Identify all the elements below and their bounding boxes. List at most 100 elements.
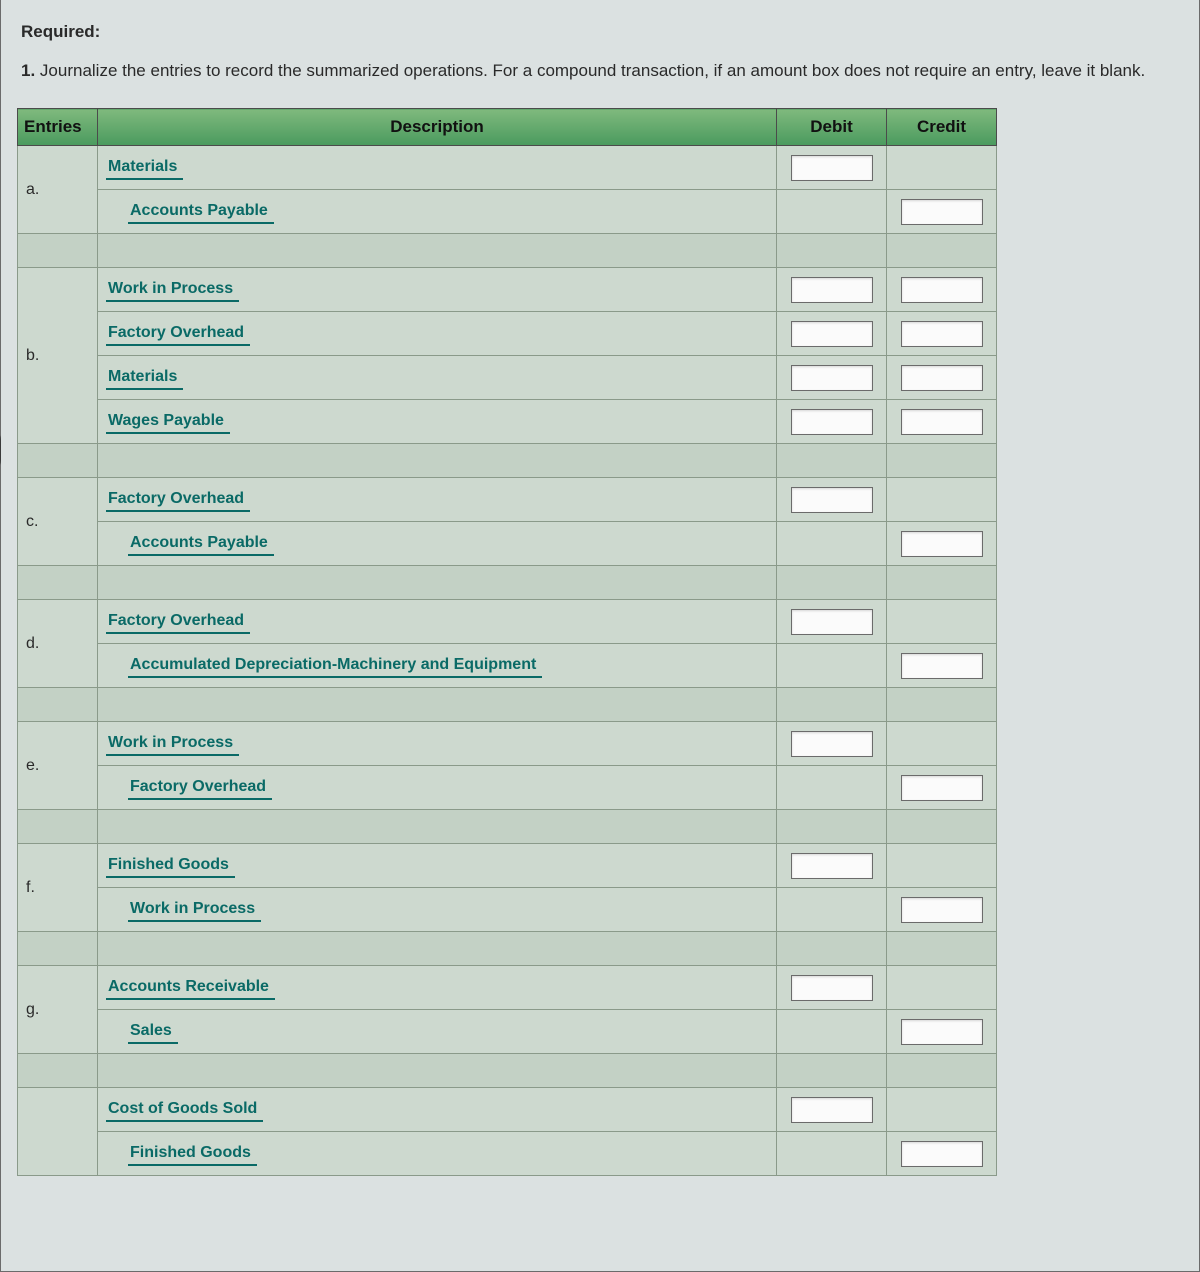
debit-input[interactable] [791,321,873,347]
table-row: c.Factory Overhead [18,478,997,522]
description-cell: Factory Overhead [98,478,777,522]
credit-cell [887,268,997,312]
header-entries: Entries [18,109,98,146]
description-cell: Finished Goods [98,844,777,888]
spacer-row [18,566,997,600]
debit-input[interactable] [791,365,873,391]
spacer-row [18,234,997,268]
entry-label: a. [26,181,39,198]
credit-cell [887,1010,997,1054]
debit-input[interactable] [791,975,873,1001]
description-cell: Materials [98,146,777,190]
side-tab-icon [0,428,1,472]
header-debit: Debit [777,109,887,146]
spacer-cell [18,444,98,478]
description-cell: Accounts Payable [98,190,777,234]
account-link[interactable]: Materials [106,366,183,390]
table-row: Wages Payable [18,400,997,444]
credit-input[interactable] [901,199,983,225]
account-link[interactable]: Factory Overhead [106,610,250,634]
spacer-cell [18,810,98,844]
entry-label-cell [18,1088,98,1176]
credit-cell [887,356,997,400]
spacer-cell [98,234,777,268]
header-row: Entries Description Debit Credit [18,109,997,146]
table-row: Factory Overhead [18,312,997,356]
description-cell: Sales [98,1010,777,1054]
credit-input[interactable] [901,1019,983,1045]
account-link[interactable]: Factory Overhead [106,488,250,512]
credit-input[interactable] [901,365,983,391]
account-link[interactable]: Factory Overhead [106,322,250,346]
account-link[interactable]: Accumulated Depreciation-Machinery and E… [128,654,542,678]
debit-input[interactable] [791,1097,873,1123]
entry-label-cell: g. [18,966,98,1054]
account-link[interactable]: Cost of Goods Sold [106,1098,263,1122]
credit-input[interactable] [901,775,983,801]
table-row: Sales [18,1010,997,1054]
debit-input[interactable] [791,487,873,513]
account-link[interactable]: Work in Process [128,898,261,922]
spacer-cell [777,566,887,600]
debit-input[interactable] [791,609,873,635]
credit-cell [887,1088,997,1132]
entry-label-cell: f. [18,844,98,932]
debit-input[interactable] [791,155,873,181]
account-link[interactable]: Finished Goods [106,854,235,878]
spacer-cell [887,566,997,600]
description-cell: Accounts Payable [98,522,777,566]
credit-input[interactable] [901,531,983,557]
credit-input[interactable] [901,321,983,347]
credit-cell [887,312,997,356]
debit-cell [777,600,887,644]
account-link[interactable]: Work in Process [106,732,239,756]
instruction-text: 1. Journalize the entries to record the … [21,57,1179,84]
table-row: Cost of Goods Sold [18,1088,997,1132]
account-link[interactable]: Sales [128,1020,178,1044]
account-link[interactable]: Accounts Payable [128,532,274,556]
credit-cell [887,190,997,234]
table-row: g.Accounts Receivable [18,966,997,1010]
debit-cell [777,146,887,190]
table-row: Materials [18,356,997,400]
credit-input[interactable] [901,653,983,679]
debit-cell [777,722,887,766]
credit-input[interactable] [901,897,983,923]
table-row: Accounts Payable [18,190,997,234]
entry-label-cell: a. [18,146,98,234]
description-cell: Cost of Goods Sold [98,1088,777,1132]
description-cell: Wages Payable [98,400,777,444]
instructions-block: Required: 1. Journalize the entries to r… [1,0,1199,108]
spacer-cell [887,810,997,844]
table-row: b.Work in Process [18,268,997,312]
account-link[interactable]: Accounts Receivable [106,976,275,1000]
account-link[interactable]: Wages Payable [106,410,230,434]
credit-cell [887,844,997,888]
credit-input[interactable] [901,409,983,435]
debit-cell [777,888,887,932]
credit-cell [887,146,997,190]
account-link[interactable]: Factory Overhead [128,776,272,800]
credit-cell [887,888,997,932]
description-cell: Factory Overhead [98,766,777,810]
description-cell: Work in Process [98,268,777,312]
debit-input[interactable] [791,409,873,435]
debit-input[interactable] [791,731,873,757]
debit-cell [777,522,887,566]
account-link[interactable]: Accounts Payable [128,200,274,224]
debit-input[interactable] [791,853,873,879]
credit-input[interactable] [901,1141,983,1167]
spacer-cell [887,444,997,478]
spacer-cell [777,444,887,478]
spacer-cell [98,1054,777,1088]
debit-input[interactable] [791,277,873,303]
account-link[interactable]: Work in Process [106,278,239,302]
account-link[interactable]: Materials [106,156,183,180]
spacer-cell [98,566,777,600]
description-cell: Work in Process [98,888,777,932]
entry-label-cell: d. [18,600,98,688]
account-link[interactable]: Finished Goods [128,1142,257,1166]
credit-input[interactable] [901,277,983,303]
spacer-cell [98,688,777,722]
description-cell: Materials [98,356,777,400]
